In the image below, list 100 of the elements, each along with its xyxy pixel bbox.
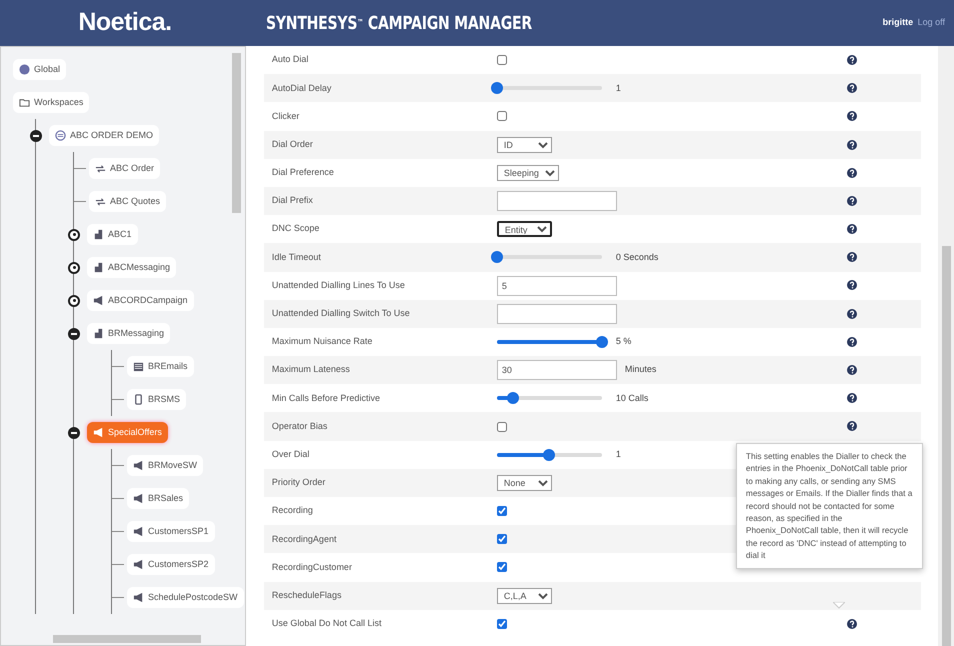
workspace-icon: [55, 130, 66, 141]
setting-label: RecordingCustomer: [272, 560, 353, 574]
tree-item[interactable]: ABC Quotes: [89, 190, 166, 212]
slider-reading: 5 %: [616, 335, 632, 348]
building-icon: [93, 229, 104, 240]
logout-link[interactable]: Log off: [918, 16, 945, 30]
setting-label: Dial Preference: [272, 166, 335, 180]
setting-label: Min Calls Before Predictive: [272, 392, 381, 405]
help-icon[interactable]: [846, 365, 857, 376]
help-icon[interactable]: [846, 168, 857, 178]
megaphone-icon: [133, 526, 144, 537]
tree-item[interactable]: BREmails: [127, 356, 194, 378]
slider-reading: 1: [616, 82, 621, 95]
setting-label: RecordingAgent: [272, 532, 338, 546]
tree-item[interactable]: ABC ORDER DEMO: [49, 124, 160, 146]
dropdown[interactable]: ID: [496, 136, 552, 153]
tree-item[interactable]: Global: [13, 58, 66, 80]
expand-toggle[interactable]: [68, 228, 80, 240]
collapse-toggle[interactable]: [68, 426, 80, 438]
input-field[interactable]: 30: [496, 360, 617, 380]
slider-thumb[interactable]: [490, 251, 503, 264]
help-icon[interactable]: [846, 308, 857, 319]
input-field[interactable]: 5: [496, 276, 617, 296]
checkbox[interactable]: [496, 562, 507, 572]
help-icon[interactable]: [846, 393, 857, 404]
help-icon[interactable]: [846, 252, 857, 262]
tree-item[interactable]: ABCORDCampaign: [87, 290, 194, 312]
megaphone-icon: [133, 559, 144, 570]
slider-thumb[interactable]: [543, 448, 556, 461]
setting-label: Dial Order: [272, 138, 314, 151]
email-icon: [133, 361, 144, 372]
setting-label: Clicker: [272, 110, 300, 123]
building-icon: [93, 328, 104, 339]
slider-reading: 10 Calls: [616, 392, 648, 405]
slider-reading: 0 Seconds: [616, 250, 658, 264]
tree-item[interactable]: ABC1: [87, 224, 138, 246]
checkbox[interactable]: [496, 534, 507, 544]
scrollbar-thumb[interactable]: [53, 635, 201, 643]
input-field[interactable]: [496, 191, 617, 212]
tree-item[interactable]: CustomersSP1: [127, 520, 215, 542]
setting-label: Unattended Dialling Switch To Use: [272, 307, 411, 320]
help-icon[interactable]: [846, 421, 857, 432]
tree-item[interactable]: Workspaces: [13, 92, 90, 114]
scrollbar-thumb[interactable]: [942, 246, 952, 646]
collapse-toggle[interactable]: [68, 328, 80, 340]
phone-icon: [133, 394, 144, 405]
user-name: brigitte: [882, 16, 914, 30]
tree-item[interactable]: BRSMS: [127, 388, 186, 410]
logo: Noetica.: [77, 7, 173, 38]
megaphone-icon: [133, 592, 144, 603]
tree-item[interactable]: ABC Order: [89, 158, 160, 180]
setting-label: Maximum Nuisance Rate: [272, 335, 374, 348]
setting-label: Dial Prefix: [272, 194, 314, 208]
building-icon: [93, 262, 104, 273]
collapse-toggle[interactable]: [30, 130, 42, 142]
help-icon[interactable]: [846, 54, 857, 65]
setting-label: DNC Scope: [272, 222, 320, 236]
megaphone-icon: [93, 427, 104, 438]
dropdown[interactable]: C,L,A: [496, 588, 552, 604]
scrollbar-thumb[interactable]: [232, 53, 241, 213]
input-field[interactable]: [496, 304, 617, 324]
slider-thumb[interactable]: [596, 336, 608, 348]
help-icon[interactable]: [846, 224, 857, 234]
help-icon[interactable]: [846, 280, 857, 290]
setting-label: Unattended Dialling Lines To Use: [272, 278, 406, 292]
help-icon[interactable]: [846, 336, 857, 347]
unit-label: Minutes: [624, 363, 656, 376]
arrows-icon: [95, 163, 106, 174]
tree-item[interactable]: ABCMessaging: [87, 256, 176, 278]
megaphone-icon: [133, 460, 144, 471]
tree-item[interactable]: SchedulePostcodeSW: [127, 586, 244, 608]
help-icon[interactable]: [846, 111, 857, 122]
megaphone-icon: [133, 493, 144, 504]
setting-label: Priority Order: [272, 476, 326, 490]
checkbox[interactable]: [496, 422, 507, 432]
tree-item[interactable]: BRMessaging: [87, 322, 170, 344]
slider-thumb[interactable]: [506, 392, 519, 404]
tree-item[interactable]: CustomersSP2: [127, 554, 215, 576]
tooltip: This setting enables the Dialler to check the entries in the Phoenix_DoNotCall table prior to making any calls, or sending any SMS messages or Emails. If the Dialler finds that a record should not be contacted for some reason, as specified in the Phoenix_DoNotCall table, then it will recycle the record as 'DNC' instead of attempting to dial it: [736, 443, 923, 569]
setting-label: RescheduleFlags: [272, 588, 342, 602]
dropdown[interactable]: Sleeping: [496, 164, 559, 181]
setting-label: Idle Timeout: [272, 250, 322, 264]
expand-toggle[interactable]: [68, 294, 80, 306]
slider-thumb[interactable]: [490, 82, 503, 94]
setting-label: Recording: [272, 504, 314, 518]
dropdown[interactable]: Entity: [496, 221, 552, 238]
help-icon[interactable]: [846, 140, 857, 150]
expand-toggle[interactable]: [68, 262, 80, 274]
checkbox[interactable]: [496, 506, 507, 516]
checkbox[interactable]: [496, 55, 507, 66]
slider-reading: 1: [616, 448, 621, 461]
setting-label: Maximum Lateness: [272, 363, 351, 376]
help-icon[interactable]: [846, 618, 857, 629]
checkbox[interactable]: [496, 111, 507, 122]
dropdown[interactable]: None: [496, 474, 552, 491]
help-icon[interactable]: [846, 196, 857, 206]
checkbox[interactable]: [496, 618, 507, 629]
tree-item[interactable]: BRSales: [127, 488, 190, 510]
help-icon[interactable]: [846, 83, 857, 94]
tree-item[interactable]: BRMoveSW: [127, 454, 204, 476]
